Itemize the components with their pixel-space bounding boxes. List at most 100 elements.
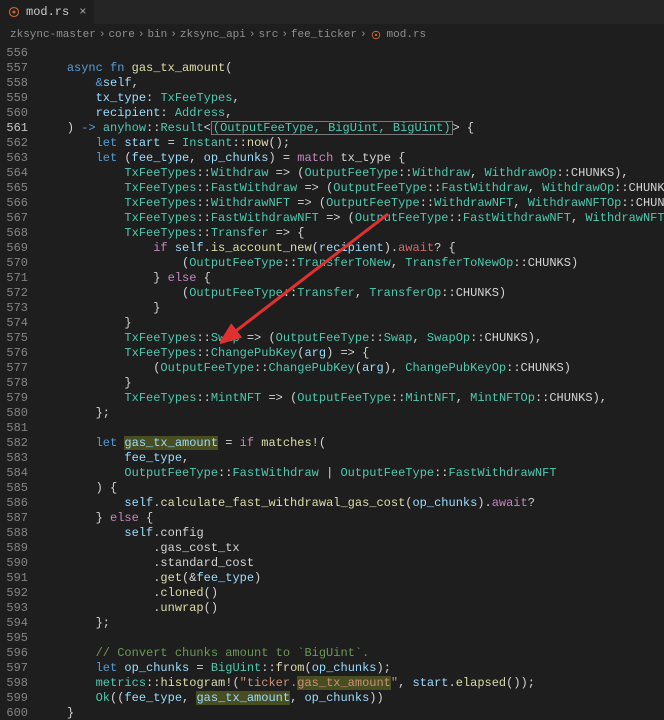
chevron-right-icon: › [281,29,288,41]
chevron-right-icon: › [99,29,106,41]
line-number: 587 [0,511,38,526]
line-number: 599 [0,691,38,706]
code-line[interactable]: .standard_cost [38,556,254,571]
rust-file-icon [370,29,382,41]
code-line[interactable]: }; [38,406,110,421]
line-number: 570 [0,256,38,271]
line-number: 572 [0,286,38,301]
code-line[interactable]: (OutputFeeType::Transfer, TransferOp::CH… [38,286,506,301]
line-number: 575 [0,331,38,346]
breadcrumb[interactable]: zksync-master › core › bin › zksync_api … [0,24,664,46]
code-line[interactable]: let (fee_type, op_chunks) = match tx_typ… [38,151,405,166]
breadcrumb-item[interactable]: src [259,29,279,41]
code-line[interactable]: TxFeeTypes::MintNFT => (OutputFeeType::M… [38,391,607,406]
line-number: 585 [0,481,38,496]
line-number: 556 [0,46,38,61]
line-number: 566 [0,196,38,211]
line-number: 600 [0,706,38,720]
rust-file-icon [8,6,20,18]
line-number: 597 [0,661,38,676]
line-number: 557 [0,61,38,76]
code-line[interactable]: } [38,316,132,331]
code-line[interactable]: .cloned() [38,586,218,601]
code-line[interactable]: self.calculate_fast_withdrawal_gas_cost(… [38,496,535,511]
code-line[interactable]: // Convert chunks amount to `BigUint`. [38,646,369,661]
line-number: 576 [0,346,38,361]
code-line[interactable]: } [38,706,74,720]
code-line[interactable]: } [38,376,132,391]
breadcrumb-item[interactable]: core [108,29,134,41]
line-number: 562 [0,136,38,151]
code-line[interactable]: TxFeeTypes::Swap => (OutputFeeType::Swap… [38,331,542,346]
code-line[interactable]: let gas_tx_amount = if matches!( [38,436,326,451]
line-number: 586 [0,496,38,511]
line-number: 589 [0,541,38,556]
line-number: 571 [0,271,38,286]
line-number: 565 [0,181,38,196]
editor-tabs: mod.rs × [0,0,664,24]
chevron-right-icon: › [249,29,256,41]
line-number: 574 [0,316,38,331]
line-number: 582 [0,436,38,451]
line-number: 594 [0,616,38,631]
code-line[interactable]: Ok((fee_type, gas_tx_amount, op_chunks)) [38,691,384,706]
chevron-right-icon: › [138,29,145,41]
code-line[interactable]: ) -> anyhow::Result<(OutputFeeType, BigU… [38,121,474,136]
code-line[interactable]: (OutputFeeType::ChangePubKey(arg), Chang… [38,361,571,376]
breadcrumb-item[interactable]: zksync_api [180,29,246,41]
line-number: 564 [0,166,38,181]
code-line[interactable]: let op_chunks = BigUint::from(op_chunks)… [38,661,391,676]
breadcrumb-item[interactable]: mod.rs [387,29,427,41]
line-number: 588 [0,526,38,541]
code-line[interactable]: fee_type, [38,451,189,466]
code-line[interactable]: } [38,301,160,316]
line-number: 595 [0,631,38,646]
line-number: 590 [0,556,38,571]
code-line[interactable]: .gas_cost_tx [38,541,240,556]
line-number: 561 [0,121,38,136]
code-line[interactable]: .unwrap() [38,601,218,616]
line-number: 584 [0,466,38,481]
line-number: 591 [0,571,38,586]
code-line[interactable]: (OutputFeeType::TransferToNew, TransferT… [38,256,578,271]
tab-close-icon[interactable]: × [79,5,86,19]
code-line[interactable]: TxFeeTypes::Transfer => { [38,226,304,241]
chevron-right-icon: › [170,29,177,41]
code-line[interactable]: let start = Instant::now(); [38,136,290,151]
line-number: 578 [0,376,38,391]
code-line[interactable]: ) { [38,481,117,496]
code-line[interactable]: if self.is_account_new(recipient).await?… [38,241,456,256]
breadcrumb-item[interactable]: zksync-master [10,29,96,41]
code-line[interactable]: async fn gas_tx_amount( [38,61,232,76]
code-line[interactable]: } else { [38,271,211,286]
code-line[interactable]: }; [38,616,110,631]
line-number: 593 [0,601,38,616]
line-number: 598 [0,676,38,691]
code-line[interactable]: &self, [38,76,139,91]
code-line[interactable]: .get(&fee_type) [38,571,261,586]
code-line[interactable]: TxFeeTypes::WithdrawNFT => (OutputFeeTyp… [38,196,664,211]
chevron-right-icon: › [360,29,367,41]
code-line[interactable]: OutputFeeType::FastWithdraw | OutputFeeT… [38,466,557,481]
line-number: 568 [0,226,38,241]
code-line[interactable]: } else { [38,511,153,526]
breadcrumb-item[interactable]: bin [147,29,167,41]
tab-title: mod.rs [26,5,69,19]
code-line[interactable]: metrics::histogram!("ticker.gas_tx_amoun… [38,676,535,691]
code-editor[interactable]: 556 557 async fn gas_tx_amount( 558 &sel… [0,46,664,720]
line-number: 563 [0,151,38,166]
code-line[interactable]: TxFeeTypes::FastWithdrawNFT => (OutputFe… [38,211,664,226]
line-number: 580 [0,406,38,421]
code-line[interactable]: TxFeeTypes::ChangePubKey(arg) => { [38,346,369,361]
line-number: 559 [0,91,38,106]
tab-mod-rs[interactable]: mod.rs × [0,0,94,24]
code-line[interactable]: self.config [38,526,204,541]
breadcrumb-item[interactable]: fee_ticker [291,29,357,41]
line-number: 577 [0,361,38,376]
code-line[interactable]: TxFeeTypes::FastWithdraw => (OutputFeeTy… [38,181,664,196]
code-line[interactable]: tx_type: TxFeeTypes, [38,91,240,106]
code-line[interactable]: TxFeeTypes::Withdraw => (OutputFeeType::… [38,166,629,181]
line-number: 560 [0,106,38,121]
line-number: 567 [0,211,38,226]
code-line[interactable]: recipient: Address, [38,106,232,121]
